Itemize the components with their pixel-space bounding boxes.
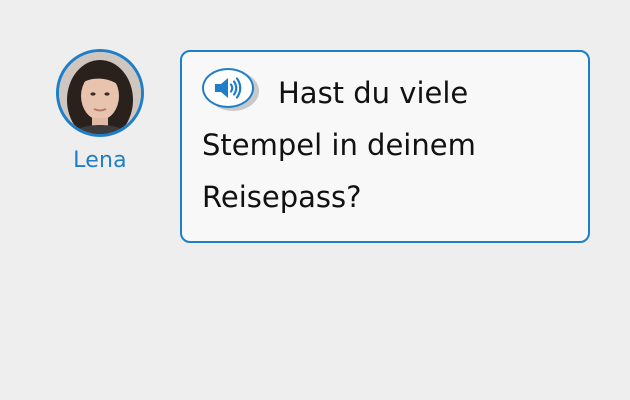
speaker-volume-icon bbox=[215, 77, 242, 99]
speech-bubble: Hast du viele Stempel in deinem Reisepas… bbox=[180, 50, 590, 243]
avatar-photo bbox=[59, 52, 141, 134]
play-audio-button[interactable] bbox=[202, 68, 259, 111]
dialogue-line-3: Reisepass? bbox=[202, 180, 362, 214]
dialogue-line-2: Stempel in deinem bbox=[202, 128, 476, 162]
dialogue-text: Hast du viele Stempel in deinem Reisepas… bbox=[202, 67, 568, 223]
avatar bbox=[56, 49, 144, 137]
dialogue-line-1: Hast du viele bbox=[278, 76, 469, 110]
speaker-name: Lena bbox=[73, 148, 127, 173]
speaker-panel: Lena bbox=[54, 49, 146, 173]
